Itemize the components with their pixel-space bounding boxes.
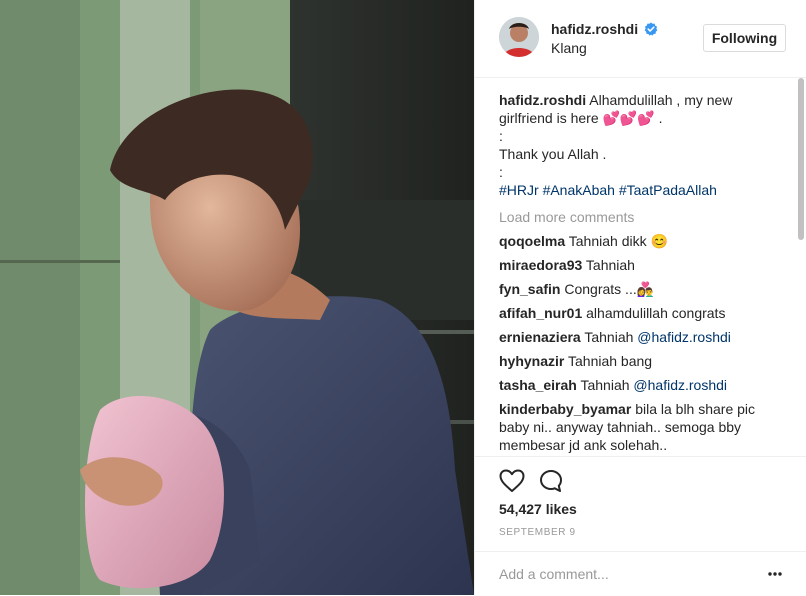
- post-header: hafidz.roshdi Klang Following: [475, 0, 806, 78]
- avatar[interactable]: [499, 17, 539, 57]
- likes-count[interactable]: 54,427 likes: [499, 501, 577, 517]
- comment-item: miraedora93 Tahniah: [499, 256, 783, 274]
- comment-username[interactable]: qoqoelma: [499, 233, 565, 249]
- following-button[interactable]: Following: [703, 24, 786, 52]
- comment-text: Tahniah: [585, 257, 635, 273]
- comment-username[interactable]: afifah_nur01: [499, 305, 582, 321]
- speech-bubble-icon[interactable]: [539, 469, 563, 493]
- caption-hashtags: #HRJr #AnakAbah #TaatPadaAllah: [499, 181, 783, 199]
- comment-text: Tahniah: [584, 329, 638, 345]
- caption-separator-1: :: [499, 128, 503, 144]
- heart-icon[interactable]: [499, 469, 525, 493]
- comment-username[interactable]: fyn_safin: [499, 281, 560, 297]
- post-photo[interactable]: [0, 0, 474, 595]
- post-caption: hafidz.roshdi Alhamdulillah , my new gir…: [499, 78, 783, 199]
- comment-text: Tahniah bang: [568, 353, 653, 369]
- post-side-panel: hafidz.roshdi Klang Following hafidz.ros…: [474, 0, 806, 595]
- comment-username[interactable]: tasha_eirah: [499, 377, 577, 393]
- comment-item: afifah_nur01 alhamdulillah congrats: [499, 304, 783, 322]
- header-location[interactable]: Klang: [551, 40, 587, 56]
- post-date[interactable]: SEPTEMBER 9: [499, 527, 576, 538]
- comment-item: fyn_safin Congrats ...👩‍❤️‍👨: [499, 280, 783, 298]
- hashtag-link[interactable]: #TaatPadaAllah: [619, 182, 717, 198]
- comment-item: hyhynazir Tahniah bang: [499, 352, 783, 370]
- comment-username[interactable]: hyhynazir: [499, 353, 564, 369]
- scrollbar-thumb[interactable]: [798, 78, 804, 240]
- caption-separator-2: :: [499, 164, 503, 180]
- comment-item: tasha_eirah Tahniah @hafidz.roshdi: [499, 376, 783, 394]
- photo-illustration: [0, 0, 474, 595]
- comment-text: Congrats ...👩‍❤️‍👨: [564, 281, 655, 297]
- add-comment-bar: [475, 551, 806, 596]
- caption-line-2: Thank you Allah .: [499, 146, 607, 162]
- comment-username[interactable]: ernienaziera: [499, 329, 581, 345]
- comment-username[interactable]: miraedora93: [499, 257, 582, 273]
- load-more-comments-link[interactable]: Load more comments: [499, 208, 783, 226]
- comments-scrollbar[interactable]: [797, 78, 805, 456]
- post-actions: 54,427 likes SEPTEMBER 9: [475, 456, 806, 538]
- comment-mention-link[interactable]: @hafidz.roshdi: [637, 329, 731, 345]
- caption-text: hafidz.roshdi Alhamdulillah , my new gir…: [499, 91, 783, 127]
- hashtag-link[interactable]: #AnakAbah: [543, 182, 615, 198]
- comment-item: kinderbaby_byamar bila la blh share pic …: [499, 400, 783, 454]
- comment-item: qoqoelma Tahniah dikk 😊: [499, 232, 783, 250]
- comments-list[interactable]: hafidz.roshdi Alhamdulillah , my new gir…: [499, 78, 783, 456]
- comment-text: alhamdulillah congrats: [586, 305, 726, 321]
- comment-mention-link[interactable]: @hafidz.roshdi: [633, 377, 727, 393]
- avatar-photo: [499, 17, 539, 57]
- hashtag-link[interactable]: #HRJr: [499, 182, 539, 198]
- comment-username[interactable]: kinderbaby_byamar: [499, 401, 631, 417]
- header-username[interactable]: hafidz.roshdi: [551, 21, 638, 37]
- caption-username[interactable]: hafidz.roshdi: [499, 92, 586, 108]
- more-options-icon[interactable]: [767, 566, 783, 582]
- comment-item: ernienaziera Tahniah @hafidz.roshdi: [499, 328, 783, 346]
- instagram-post-view: hafidz.roshdi Klang Following hafidz.ros…: [0, 0, 806, 595]
- comment-text: Tahniah dikk 😊: [568, 233, 668, 249]
- add-comment-input[interactable]: [499, 564, 749, 584]
- verified-badge-icon: [644, 22, 658, 36]
- comment-text: Tahniah: [580, 377, 634, 393]
